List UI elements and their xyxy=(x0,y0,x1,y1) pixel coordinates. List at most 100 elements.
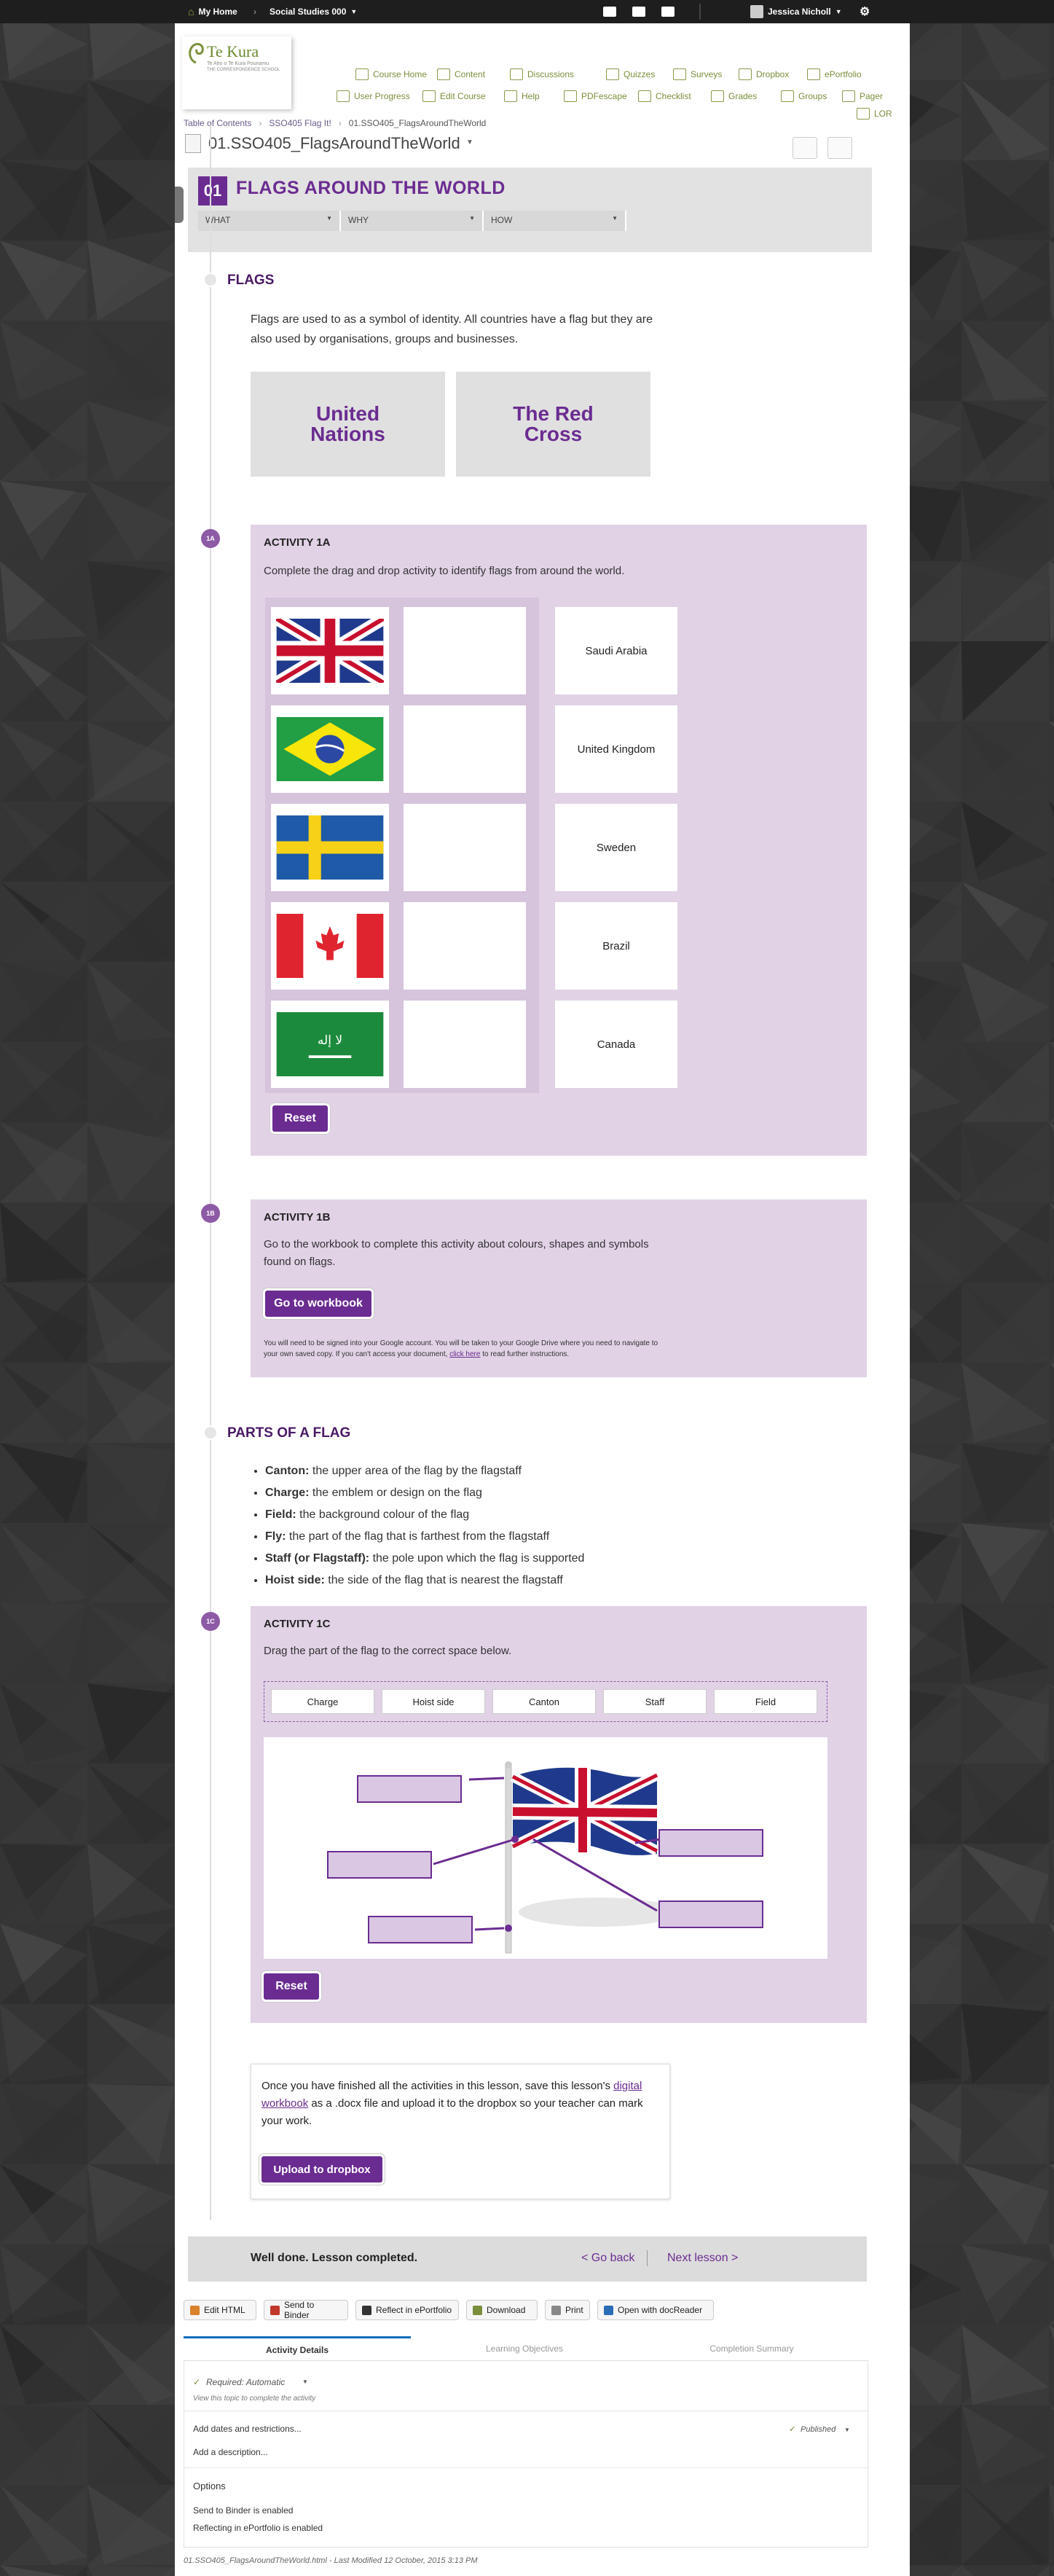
gear-icon[interactable]: ⚙ xyxy=(860,0,870,23)
saudi-arabia-flag[interactable]: ﻻ ﺇﻟﻪ xyxy=(271,1001,389,1088)
flags-heading: FLAGS xyxy=(227,273,275,288)
nav-content[interactable]: Content xyxy=(437,68,485,80)
divider xyxy=(184,2467,869,2468)
update-alert-icon[interactable] xyxy=(661,0,675,23)
nav-quizzes[interactable]: Quizzes xyxy=(606,68,655,80)
uk-flag[interactable] xyxy=(271,607,389,694)
add-description-link[interactable]: Add a description... xyxy=(193,2447,268,2457)
chevron-right-icon: › xyxy=(338,118,342,128)
nav-help[interactable]: Help xyxy=(504,90,540,102)
breadcrumb-module-link[interactable]: SSO405 Flag It! xyxy=(269,118,331,128)
go-to-workbook-button[interactable]: Go to workbook xyxy=(265,1291,371,1317)
nav-icon xyxy=(355,68,369,80)
card-united-nations[interactable]: United Nations xyxy=(251,372,445,477)
nav-surveys[interactable]: Surveys xyxy=(673,68,722,80)
user-menu[interactable]: Jessica Nicholl ▼ xyxy=(750,0,842,23)
drag-chip-field[interactable]: Field xyxy=(714,1689,817,1714)
nav-lor[interactable]: LOR xyxy=(857,108,892,120)
sidebar-toggle[interactable] xyxy=(175,187,184,223)
nav-groups[interactable]: Groups xyxy=(781,90,827,102)
country-name-card[interactable]: Saudi Arabia xyxy=(555,607,677,694)
nav-eportfolio[interactable]: ePortfolio xyxy=(807,68,862,80)
toolbar-icon xyxy=(270,2305,280,2315)
toolbar-open-with-docreader-button[interactable]: Open with docReader xyxy=(597,2300,714,2320)
activity-1c: ACTIVITY 1C Drag the part of the flag to… xyxy=(251,1606,867,2023)
breadcrumb-toc-link[interactable]: Table of Contents xyxy=(184,118,251,128)
toolbar-download-button[interactable]: Download xyxy=(466,2300,538,2320)
tab-what[interactable]: WHAT ▼ xyxy=(198,211,341,231)
svg-text:ﻻ ﺇﻟﻪ: ﻻ ﺇﻟﻪ xyxy=(318,1033,342,1048)
country-name-card[interactable]: Sweden xyxy=(555,804,677,891)
drag-chip-staff[interactable]: Staff xyxy=(603,1689,707,1714)
toolbar-edit-html-button[interactable]: Edit HTML xyxy=(184,2300,256,2320)
subscription-alert-icon[interactable] xyxy=(632,0,645,23)
course-selector[interactable]: Social Studies 000 ▼ xyxy=(270,0,357,23)
published-selector[interactable]: Published xyxy=(801,2425,835,2434)
nav-user-progress[interactable]: User Progress xyxy=(337,90,410,102)
nav-pdfescape[interactable]: PDFescape xyxy=(564,90,627,102)
new-window-icon[interactable] xyxy=(827,137,852,159)
drop-zone-field[interactable] xyxy=(658,1900,763,1928)
toolbar-reflect-in-eportfolio-button[interactable]: Reflect in ePortfolio xyxy=(355,2300,459,2320)
nav-dropbox[interactable]: Dropbox xyxy=(739,68,789,80)
toolbar-print-button[interactable]: Print xyxy=(545,2300,590,2320)
lesson-footer-bar: Well done. Lesson completed. < Go back N… xyxy=(188,2236,867,2282)
nav-icon xyxy=(842,90,855,102)
click-here-link[interactable]: click here xyxy=(449,1350,480,1358)
drag-chip-hoist-side[interactable]: Hoist side xyxy=(382,1689,485,1714)
toolbar-send-to-binder-button[interactable]: Send to Binder xyxy=(264,2300,348,2320)
message-alert-icon[interactable] xyxy=(603,0,616,23)
nav-course-home[interactable]: Course Home xyxy=(355,68,427,80)
activity-1c-reset-button[interactable]: Reset xyxy=(264,1973,319,2000)
html-file-icon xyxy=(185,134,201,153)
tab-activity-details[interactable]: Activity Details xyxy=(184,2336,411,2361)
flag-drop-zone[interactable] xyxy=(404,607,526,694)
upload-to-dropbox-button[interactable]: Upload to dropbox xyxy=(261,2156,382,2182)
sweden-flag[interactable] xyxy=(271,804,389,891)
nav-checklist[interactable]: Checklist xyxy=(638,90,691,102)
flag-drop-zone[interactable] xyxy=(404,902,526,990)
nav-icon xyxy=(422,90,436,102)
activity-1a-reset-button[interactable]: Reset xyxy=(272,1105,328,1132)
content-page: Te Kura Te Aho o Te Kura Pounamu THE COR… xyxy=(175,23,910,2576)
nav-grades[interactable]: Grades xyxy=(711,90,757,102)
brazil-flag[interactable] xyxy=(271,705,389,793)
chevron-down-icon: ▼ xyxy=(302,2379,308,2385)
tab-completion-summary[interactable]: Completion Summary xyxy=(638,2336,865,2361)
tab-how[interactable]: HOW ▼ xyxy=(484,211,626,231)
nav-icon xyxy=(510,68,523,80)
flag-drop-zone[interactable] xyxy=(404,705,526,793)
country-name-card[interactable]: Brazil xyxy=(555,902,677,990)
my-home-link[interactable]: ⌂ My Home xyxy=(188,0,237,23)
required-selector[interactable]: Required: Automatic xyxy=(206,2377,285,2387)
drag-chip-charge[interactable]: Charge xyxy=(271,1689,374,1714)
flags-intro-text: Flags are used to as a symbol of identit… xyxy=(251,313,653,345)
nav-discussions[interactable]: Discussions xyxy=(510,68,574,80)
nav-pager[interactable]: Pager xyxy=(842,90,883,102)
flag-drop-zone[interactable] xyxy=(404,804,526,891)
parts-list-item: Hoist side: the side of the flag that is… xyxy=(265,1570,760,1592)
card-red-cross[interactable]: The Red Cross xyxy=(456,372,650,477)
country-name-card[interactable]: United Kingdom xyxy=(555,705,677,793)
activity-1a: ACTIVITY 1A Complete the drag and drop a… xyxy=(251,525,867,1156)
country-name-card[interactable]: Canada xyxy=(555,1001,677,1088)
fullscreen-icon[interactable] xyxy=(793,137,817,159)
parts-heading: PARTS OF A FLAG xyxy=(227,1425,351,1441)
next-lesson-link[interactable]: Next lesson > xyxy=(667,2252,738,2265)
go-back-link[interactable]: < Go back xyxy=(581,2252,634,2265)
nav-icon xyxy=(564,90,577,102)
canada-flag[interactable] xyxy=(271,902,389,990)
topic-menu-chevron-icon[interactable]: ▼ xyxy=(466,138,473,146)
school-logo[interactable]: Te Kura Te Aho o Te Kura Pounamu THE COR… xyxy=(182,36,291,109)
drop-zone-hoist-side[interactable] xyxy=(327,1851,432,1879)
chevron-right-icon: › xyxy=(259,118,262,128)
tab-why[interactable]: WHY ▼ xyxy=(341,211,484,231)
drop-zone-canton[interactable] xyxy=(357,1775,462,1803)
add-dates-link[interactable]: Add dates and restrictions... xyxy=(193,2424,302,2434)
drop-zone-staff[interactable] xyxy=(368,1916,473,1943)
nav-edit-course[interactable]: Edit Course xyxy=(422,90,486,102)
drag-chip-canton[interactable]: Canton xyxy=(492,1689,596,1714)
drop-zone-charge[interactable] xyxy=(658,1829,763,1857)
tab-learning-objectives[interactable]: Learning Objectives xyxy=(411,2336,638,2361)
flag-drop-zone[interactable] xyxy=(404,1001,526,1088)
